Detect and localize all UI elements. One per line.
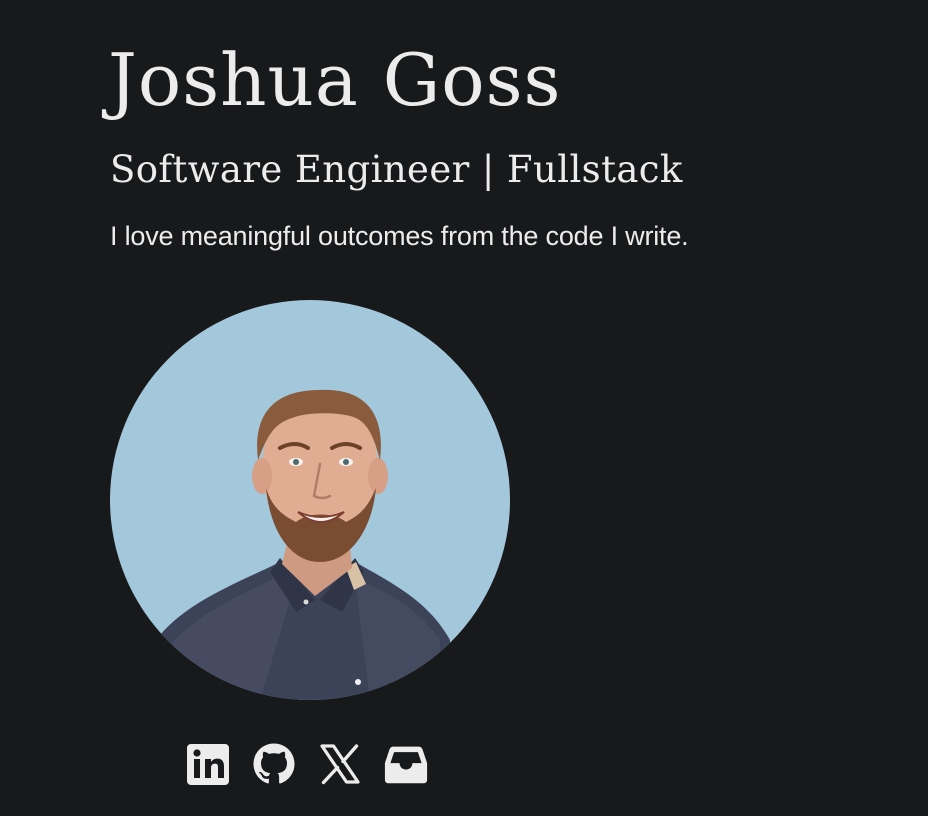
tagline: I love meaningful outcomes from the code… [110, 221, 689, 251]
x-link[interactable] [318, 742, 362, 786]
inbox-icon [384, 746, 428, 784]
x-icon [320, 744, 360, 785]
github-link[interactable] [252, 742, 296, 786]
linkedin-icon [187, 744, 229, 785]
linkedin-link[interactable] [186, 742, 230, 786]
job-title: Software Engineer | Fullstack [110, 148, 683, 191]
email-link[interactable] [384, 742, 428, 786]
avatar [110, 300, 510, 700]
profile-photo [110, 300, 510, 700]
github-icon [253, 743, 295, 784]
page-title: Joshua Goss [108, 38, 562, 122]
social-links [186, 741, 428, 787]
